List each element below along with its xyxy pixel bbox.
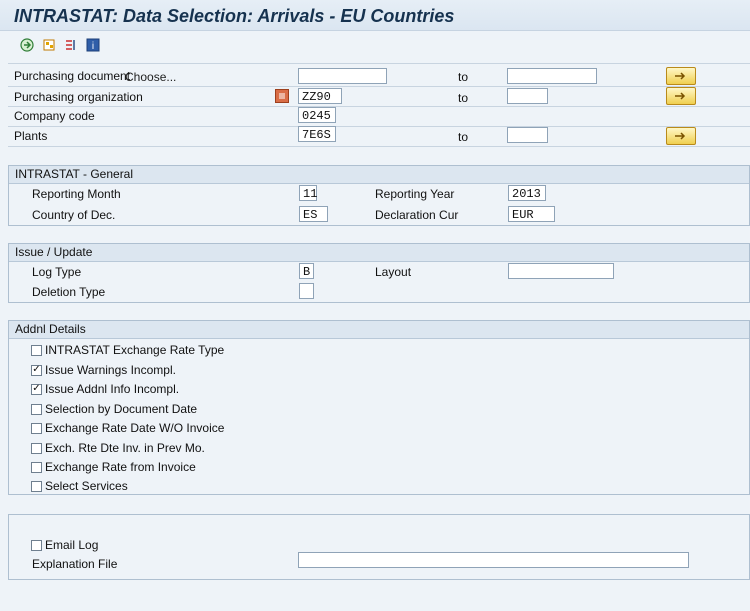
layout-label: Layout: [375, 265, 412, 279]
detail-checkbox-row[interactable]: Selection by Document Date: [31, 402, 197, 416]
checkbox[interactable]: [31, 461, 42, 473]
choose-button[interactable]: Choose...: [125, 70, 176, 84]
purchasing-organization-to-label: to: [458, 91, 469, 105]
explanation-file-field[interactable]: [298, 552, 689, 568]
company-code-label: Company code: [14, 109, 95, 123]
checkbox[interactable]: [31, 403, 42, 415]
group-header: Addnl Details: [9, 321, 749, 339]
reporting-year-field[interactable]: 2013: [508, 185, 546, 201]
purchasing-organization-label: Purchasing organization: [14, 90, 143, 104]
svg-text:i: i: [92, 41, 94, 52]
reporting-year-label: Reporting Year: [375, 187, 455, 201]
group-header: INTRASTAT - General: [9, 166, 749, 184]
log-type-label: Log Type: [32, 265, 82, 279]
checkbox-label: Selection by Document Date: [45, 402, 198, 416]
detail-checkbox-row[interactable]: ✓ Issue Addnl Info Incompl.: [31, 382, 179, 396]
email-log-row[interactable]: Email Log: [31, 538, 98, 552]
company-code-field[interactable]: 0245: [298, 107, 336, 123]
reporting-month-field[interactable]: 11: [299, 185, 317, 201]
email-log-label: Email Log: [45, 538, 99, 552]
field-separator: [8, 146, 750, 147]
checkbox-label: Select Services: [45, 479, 128, 493]
checkbox[interactable]: [31, 344, 42, 356]
deletion-type-field[interactable]: [299, 283, 314, 299]
plants-to-field[interactable]: [507, 127, 548, 143]
plants-from-field[interactable]: 7E6S: [298, 126, 336, 142]
country-of-dec-label: Country of Dec.: [32, 208, 116, 222]
plants-label: Plants: [14, 129, 48, 143]
required-field-icon: [275, 89, 289, 103]
execute-icon[interactable]: [20, 38, 34, 52]
purchasing-organization-from-field[interactable]: ZZ90: [298, 88, 342, 104]
reporting-month-label: Reporting Month: [32, 187, 121, 201]
checked-checkbox[interactable]: ✓: [31, 383, 42, 395]
arrow-right-icon: [675, 72, 686, 80]
plants-to-label: to: [458, 130, 469, 144]
group-header: Issue / Update: [9, 244, 749, 262]
field-separator: [8, 126, 750, 127]
detail-checkbox-row[interactable]: ✓ Issue Warnings Incompl.: [31, 363, 176, 377]
output-options-group: Email Log Explanation File: [8, 514, 750, 580]
purchasing-document-from-field[interactable]: [298, 68, 387, 84]
checkbox-label: Exchange Rate Date W/O Invoice: [45, 421, 225, 435]
arrow-right-icon: [675, 132, 686, 140]
checkbox-label: Issue Addnl Info Incompl.: [45, 382, 180, 396]
checkbox-label: INTRASTAT Exchange Rate Type: [45, 343, 225, 357]
multiple-selection-button[interactable]: [666, 127, 696, 145]
page-title: INTRASTAT: Data Selection: Arrivals - EU…: [14, 6, 455, 26]
log-type-field[interactable]: B: [299, 263, 314, 279]
additional-details-group: Addnl Details INTRASTAT Exchange Rate Ty…: [8, 320, 750, 495]
checkbox[interactable]: [31, 480, 42, 492]
purchasing-document-to-label: to: [458, 70, 469, 84]
detail-checkbox-row[interactable]: INTRASTAT Exchange Rate Type: [31, 343, 224, 357]
application-toolbar: i Choose...: [0, 32, 750, 84]
multiple-selection-button[interactable]: [666, 87, 696, 105]
toolbar-divider: [8, 63, 750, 64]
field-separator: [8, 106, 750, 107]
variant-icon[interactable]: [42, 38, 56, 52]
selection-options-icon[interactable]: [64, 38, 78, 52]
info-icon[interactable]: i: [86, 38, 100, 52]
detail-checkbox-row[interactable]: Exchange Rate Date W/O Invoice: [31, 421, 224, 435]
declaration-cur-label: Declaration Cur: [375, 208, 459, 222]
declaration-cur-field[interactable]: EUR: [508, 206, 555, 222]
layout-field[interactable]: [508, 263, 614, 279]
checkbox[interactable]: [31, 422, 42, 434]
multiple-selection-button[interactable]: [666, 67, 696, 85]
detail-checkbox-row[interactable]: Select Services: [31, 479, 128, 493]
purchasing-document-label: Purchasing document: [14, 69, 131, 83]
checkbox[interactable]: [31, 442, 42, 454]
detail-checkbox-row[interactable]: Exchange Rate from Invoice: [31, 460, 196, 474]
detail-checkbox-row[interactable]: Exch. Rte Dte Inv. in Prev Mo.: [31, 441, 205, 455]
checkbox-label: Issue Warnings Incompl.: [45, 363, 176, 377]
checkbox[interactable]: [31, 539, 42, 551]
explanation-file-label: Explanation File: [32, 557, 118, 571]
field-separator: [8, 86, 750, 87]
purchasing-organization-to-field[interactable]: [507, 88, 548, 104]
purchasing-document-to-field[interactable]: [507, 68, 597, 84]
deletion-type-label: Deletion Type: [32, 285, 106, 299]
checkbox-label: Exch. Rte Dte Inv. in Prev Mo.: [45, 441, 205, 455]
issue-update-group: Issue / Update Log Type B Layout Deletio…: [8, 243, 750, 303]
country-of-dec-field[interactable]: ES: [299, 206, 328, 222]
arrow-right-icon: [675, 92, 686, 100]
intrastat-general-group: INTRASTAT - General Reporting Month 11 R…: [8, 165, 750, 226]
checked-checkbox[interactable]: ✓: [31, 364, 42, 376]
checkbox-label: Exchange Rate from Invoice: [45, 460, 196, 474]
